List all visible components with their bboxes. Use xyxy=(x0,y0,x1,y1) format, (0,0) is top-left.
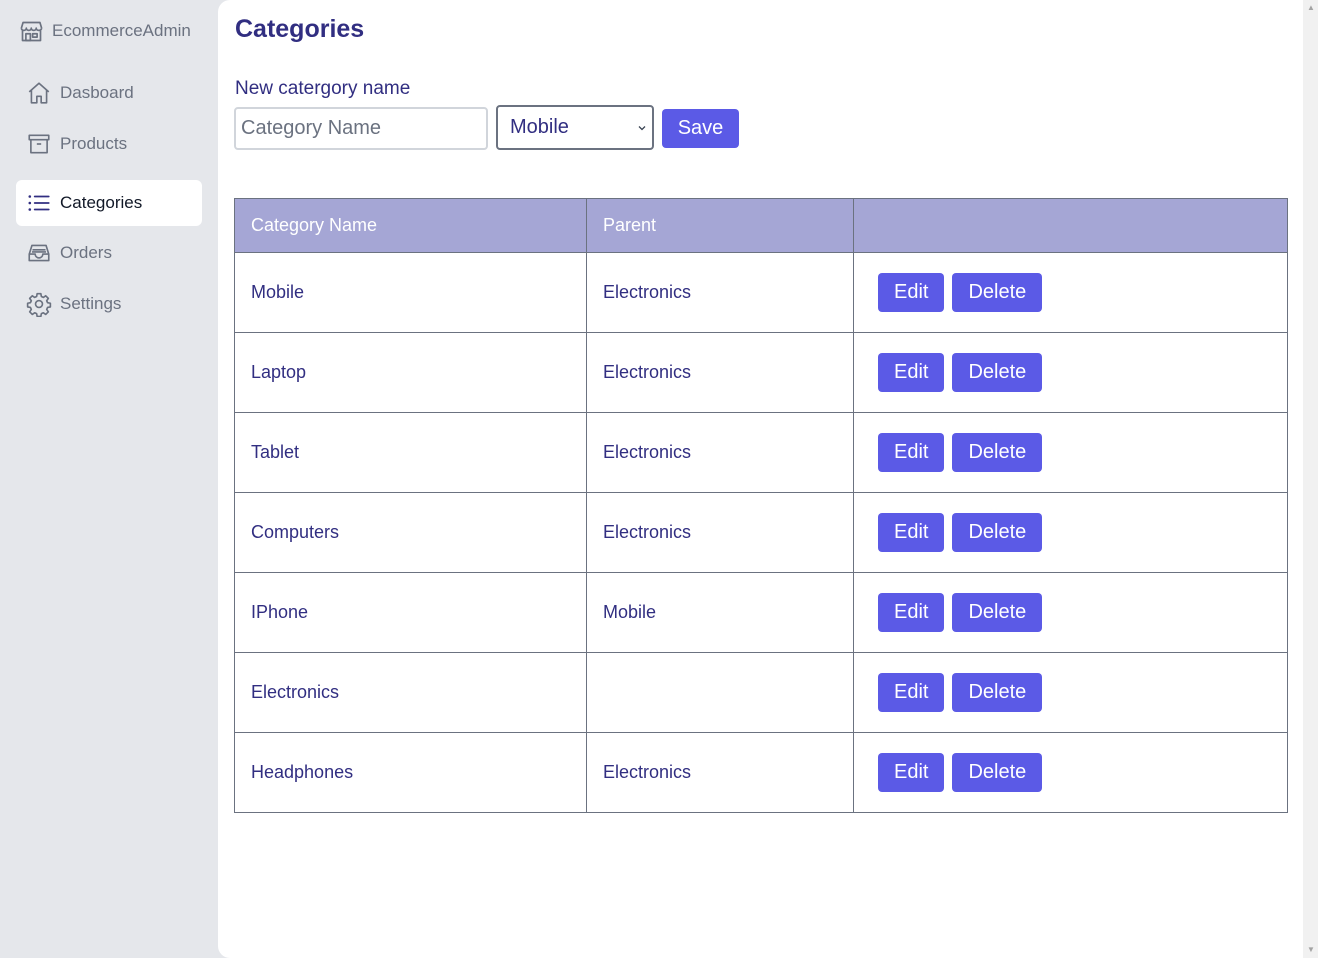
sidebar-item-label: Orders xyxy=(60,243,112,262)
edit-button[interactable]: Edit xyxy=(878,593,945,632)
actions-cell: Edit Delete xyxy=(853,732,1288,813)
scroll-down-icon[interactable]: ▼ xyxy=(1307,946,1315,954)
delete-button[interactable]: Delete xyxy=(952,593,1043,632)
table-row: Laptop Electronics Edit Delete xyxy=(234,332,1288,413)
table-row: Electronics Edit Delete xyxy=(234,652,1288,733)
gear-icon xyxy=(26,292,52,317)
store-icon xyxy=(20,21,43,41)
actions-cell: Edit Delete xyxy=(853,332,1288,413)
table-row: Headphones Electronics Edit Delete xyxy=(234,732,1288,813)
page-title: Categories xyxy=(235,15,365,43)
sidebar-item-settings[interactable]: Settings xyxy=(16,281,202,327)
parent-cell: Electronics xyxy=(586,732,854,813)
parent-cell: Electronics xyxy=(586,412,854,493)
actions-cell: Edit Delete xyxy=(853,492,1288,573)
delete-button[interactable]: Delete xyxy=(952,273,1043,312)
sidebar-item-label: Settings xyxy=(60,294,122,313)
sidebar-item-categories[interactable]: Categories xyxy=(16,180,202,226)
category-name-cell: Mobile xyxy=(234,252,587,333)
new-category-label: New catergory name xyxy=(235,78,411,99)
edit-button[interactable]: Edit xyxy=(878,273,945,312)
table-row: IPhone Mobile Edit Delete xyxy=(234,572,1288,653)
home-icon xyxy=(28,82,50,104)
sidebar-item-orders[interactable]: Orders xyxy=(16,230,202,276)
category-name-cell: IPhone xyxy=(234,572,587,653)
sidebar-item-label: Products xyxy=(60,134,128,153)
actions-cell: Edit Delete xyxy=(853,652,1288,733)
vertical-scrollbar[interactable]: ▲ ▼ xyxy=(1303,0,1318,958)
delete-button[interactable]: Delete xyxy=(952,433,1043,472)
table-row: Tablet Electronics Edit Delete xyxy=(234,412,1288,493)
brand-name: EcommerceAdmin xyxy=(52,21,191,40)
sidebar: EcommerceAdmin Dasboard Products Categor… xyxy=(0,0,218,958)
category-name-cell: Headphones xyxy=(234,732,587,813)
app-window: EcommerceAdmin Dasboard Products Categor… xyxy=(0,0,1318,958)
parent-cell: Electronics xyxy=(586,332,854,413)
list-icon xyxy=(28,195,50,211)
chevron-down-icon xyxy=(638,126,646,131)
inbox-icon xyxy=(28,244,50,262)
category-name-input[interactable] xyxy=(234,107,488,150)
delete-button[interactable]: Delete xyxy=(952,753,1043,792)
category-name-cell: Tablet xyxy=(234,412,587,493)
category-name-cell: Computers xyxy=(234,492,587,573)
save-button[interactable]: Save xyxy=(662,109,739,148)
brand-logo[interactable]: EcommerceAdmin xyxy=(18,17,191,45)
table-header-row: Category Name Parent xyxy=(234,198,1288,253)
edit-button[interactable]: Edit xyxy=(878,513,945,552)
sidebar-item-products[interactable]: Products xyxy=(16,121,202,167)
scroll-up-icon[interactable]: ▲ xyxy=(1307,4,1315,12)
delete-button[interactable]: Delete xyxy=(952,513,1043,552)
parent-cell xyxy=(586,652,854,733)
sidebar-item-dashboard[interactable]: Dasboard xyxy=(16,70,202,116)
actions-cell: Edit Delete xyxy=(853,412,1288,493)
parent-cell: Mobile xyxy=(586,572,854,653)
edit-button[interactable]: Edit xyxy=(878,753,945,792)
edit-button[interactable]: Edit xyxy=(878,673,945,712)
category-name-cell: Electronics xyxy=(234,652,587,733)
delete-button[interactable]: Delete xyxy=(952,353,1043,392)
edit-button[interactable]: Edit xyxy=(878,353,945,392)
column-header-parent: Parent xyxy=(586,198,854,253)
table-row: Computers Electronics Edit Delete xyxy=(234,492,1288,573)
table-row: Mobile Electronics Edit Delete xyxy=(234,252,1288,333)
parent-category-select[interactable]: Mobile xyxy=(496,105,654,150)
categories-table: Category Name Parent Mobile Electronics … xyxy=(234,198,1288,813)
parent-cell: Electronics xyxy=(586,252,854,333)
edit-button[interactable]: Edit xyxy=(878,433,945,472)
actions-cell: Edit Delete xyxy=(853,572,1288,653)
parent-cell: Electronics xyxy=(586,492,854,573)
column-header-actions xyxy=(853,198,1288,253)
parent-select-value: Mobile xyxy=(510,116,569,138)
actions-cell: Edit Delete xyxy=(853,252,1288,333)
category-name-cell: Laptop xyxy=(234,332,587,413)
delete-button[interactable]: Delete xyxy=(952,673,1043,712)
sidebar-item-label: Dasboard xyxy=(60,83,134,102)
sidebar-item-label: Categories xyxy=(60,193,143,212)
main-panel: Categories New catergory name Mobile Sav… xyxy=(218,0,1303,958)
column-header-name: Category Name xyxy=(234,198,587,253)
archive-icon xyxy=(28,134,50,154)
